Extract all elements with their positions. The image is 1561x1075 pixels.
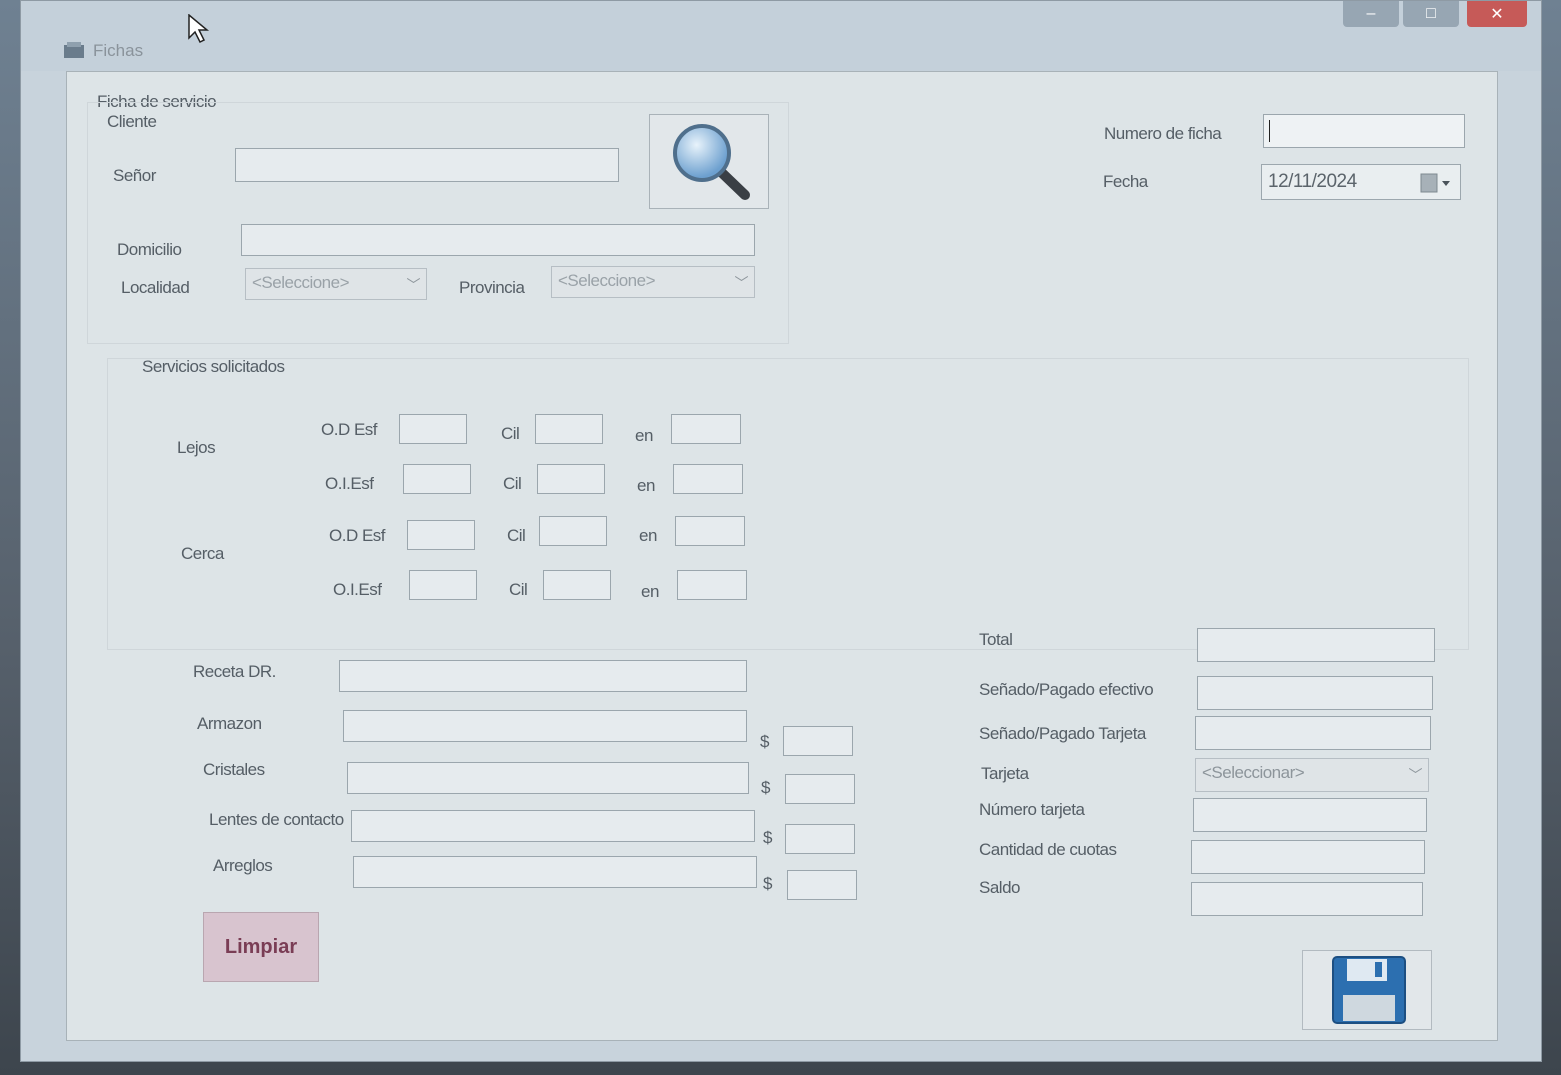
app-icon [64, 42, 84, 58]
total-label: Total [979, 630, 1013, 649]
cerca-od-label: O.D Esf [329, 526, 386, 545]
cerca-oi-cil-input[interactable] [543, 570, 611, 600]
lejos-oi-esf-input[interactable] [403, 464, 471, 494]
receta-label: Receta DR. [193, 662, 276, 681]
lejos-od-cil-input[interactable] [535, 414, 603, 444]
lejos-label: Lejos [177, 438, 216, 457]
cerca-od-en-input[interactable] [675, 516, 745, 546]
cerca-od-esf-input[interactable] [407, 520, 475, 550]
saldo-label: Saldo [979, 878, 1020, 897]
close-button[interactable]: ✕ [1467, 1, 1527, 27]
cerca-oi-esf-input[interactable] [409, 570, 477, 600]
efectivo-label: Señado/Pagado efectivo [979, 680, 1154, 699]
cristales-label: Cristales [203, 760, 265, 779]
lentes-price-input[interactable] [785, 824, 855, 854]
lejos-oi-cil-input[interactable] [537, 464, 605, 494]
lejos-od-cil-label: Cil [501, 424, 520, 443]
magnifier-icon [673, 124, 750, 200]
chevron-down-icon: ﹀ [734, 275, 749, 291]
saldo-input[interactable] [1191, 882, 1423, 916]
limpiar-label: Limpiar [224, 935, 298, 958]
cerca-od-cil-label: Cil [507, 526, 526, 545]
domicilio-label: Domicilio [117, 240, 182, 259]
arreglos-currency: $ [763, 874, 772, 893]
maximize-button[interactable]: □ [1403, 1, 1459, 27]
numero-tarjeta-input[interactable] [1193, 798, 1427, 832]
tarjeta-pagado-label: Señado/Pagado Tarjeta [979, 724, 1146, 743]
localidad-select[interactable]: <Seleccione> ﹀ [245, 268, 427, 300]
domicilio-input[interactable] [241, 224, 755, 256]
tarjeta-pagado-input[interactable] [1195, 716, 1431, 750]
fecha-datepicker[interactable]: 12/11/2024 [1261, 164, 1461, 200]
floppy-disk-icon [1332, 956, 1406, 1024]
lejos-od-label: O.D Esf [321, 420, 378, 439]
armazon-price-input[interactable] [783, 726, 853, 756]
lejos-od-en-label: en [635, 426, 653, 445]
form-client-area: Ficha de servicio Cliente Señor Domicili… [66, 71, 1498, 1041]
chevron-down-icon: ﹀ [1408, 767, 1423, 783]
provincia-select[interactable]: <Seleccione> ﹀ [551, 266, 755, 298]
lejos-oi-en-label: en [637, 476, 655, 495]
limpiar-button[interactable]: Limpiar [203, 912, 319, 982]
localidad-label: Localidad [121, 278, 190, 297]
tarjeta-select-value: <Seleccionar> [1202, 763, 1305, 782]
fichas-window: Fichas – □ ✕ Ficha de servicio Cliente S… [20, 0, 1542, 1062]
arreglos-price-input[interactable] [787, 870, 857, 900]
cerca-od-cil-input[interactable] [539, 516, 607, 546]
armazon-label: Armazon [197, 714, 262, 733]
search-client-button[interactable] [649, 114, 769, 209]
save-button[interactable] [1302, 950, 1432, 1030]
cuotas-label: Cantidad de cuotas [979, 840, 1117, 859]
lejos-oi-cil-label: Cil [503, 474, 522, 493]
tarjeta-select[interactable]: <Seleccionar> ﹀ [1195, 758, 1429, 792]
fecha-label: Fecha [1103, 172, 1148, 191]
cerca-oi-label: O.I.Esf [333, 580, 382, 599]
minimize-button[interactable]: – [1343, 1, 1399, 27]
provincia-select-value: <Seleccione> [558, 271, 656, 290]
cerca-oi-en-input[interactable] [677, 570, 747, 600]
servicios-group [107, 358, 1469, 650]
lejos-od-en-input[interactable] [671, 414, 741, 444]
armazon-currency: $ [760, 732, 769, 751]
lentes-input[interactable] [351, 810, 755, 842]
cristales-price-input[interactable] [785, 774, 855, 804]
window-title: Fichas [93, 41, 144, 60]
chevron-down-icon: ﹀ [406, 277, 421, 293]
senor-label: Señor [113, 166, 156, 185]
localidad-select-value: <Seleccione> [252, 273, 350, 292]
receta-input[interactable] [339, 660, 747, 692]
lentes-currency: $ [763, 828, 772, 847]
fecha-value: 12/11/2024 [1268, 171, 1357, 192]
cristales-input[interactable] [347, 762, 749, 794]
title-bar[interactable]: Fichas – □ ✕ [21, 1, 1541, 71]
numero-tarjeta-label: Número tarjeta [979, 800, 1085, 819]
lentes-label: Lentes de contacto [209, 810, 344, 829]
cuotas-input[interactable] [1191, 840, 1425, 874]
lejos-oi-label: O.I.Esf [325, 474, 374, 493]
cerca-label: Cerca [181, 544, 224, 563]
efectivo-input[interactable] [1197, 676, 1433, 710]
mouse-pointer-icon [188, 14, 210, 44]
numero-ficha-label: Numero de ficha [1104, 124, 1222, 143]
cristales-currency: $ [761, 778, 770, 797]
armazon-input[interactable] [343, 710, 747, 742]
calendar-dropdown-icon[interactable] [1420, 173, 1452, 193]
provincia-label: Provincia [459, 278, 525, 297]
arreglos-input[interactable] [353, 856, 757, 888]
cerca-oi-en-label: en [641, 582, 659, 601]
tarjeta-label: Tarjeta [981, 764, 1029, 783]
lejos-oi-en-input[interactable] [673, 464, 743, 494]
total-input[interactable] [1197, 628, 1435, 662]
lejos-od-esf-input[interactable] [399, 414, 467, 444]
cerca-oi-cil-label: Cil [509, 580, 528, 599]
arreglos-label: Arreglos [213, 856, 273, 875]
cerca-od-en-label: en [639, 526, 657, 545]
numero-ficha-input[interactable] [1263, 114, 1465, 148]
text-cursor [1269, 120, 1270, 142]
senor-input[interactable] [235, 148, 619, 182]
